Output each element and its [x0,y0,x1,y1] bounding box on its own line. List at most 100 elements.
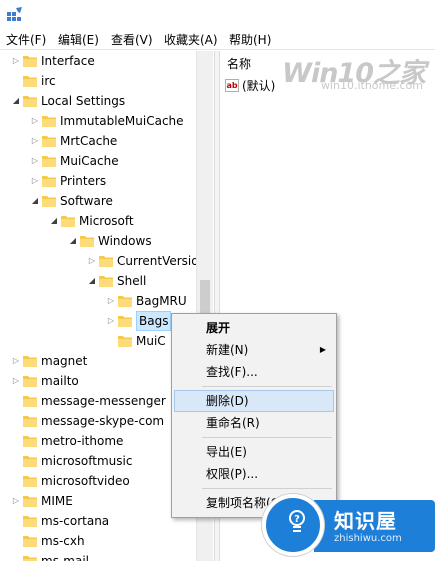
menu-bar: 文件(F) 编辑(E) 查看(V) 收藏夹(A) 帮助(H) [0,30,435,50]
tree-row[interactable]: message-messenger [0,391,196,411]
tree-row[interactable]: ▷ ImmutableMuiCache [0,111,196,131]
folder-icon [23,76,37,87]
expand-arrow-icon[interactable]: ▷ [31,177,39,185]
tree-label: ms-cortana [41,514,110,528]
menu-edit[interactable]: 编辑(E) [58,32,99,48]
badge-circle: ? [262,494,324,556]
tree-row[interactable]: ▷ mailto [0,371,196,391]
tree-row[interactable]: ▷ MIME [0,491,196,511]
expand-arrow-icon[interactable]: ▷ [31,117,39,125]
tree-row[interactable]: ◢ Shell [0,271,196,291]
collapse-arrow-icon[interactable]: ◢ [12,97,20,105]
tree-label: microsoftmusic [41,454,133,468]
tree-label: CurrentVersio [117,254,199,268]
tree-label: Printers [60,174,107,188]
expand-arrow-icon[interactable]: ▷ [12,57,20,65]
tree-row[interactable]: ▷ Bags [0,311,196,331]
context-menu-item[interactable]: 新建(N) ▶ [174,339,334,361]
collapse-arrow-icon[interactable]: ◢ [69,237,77,245]
tree-row[interactable]: ▷ Interface [0,51,196,71]
badge-url: zhishiwu.com [334,533,402,544]
tree-row[interactable]: ◢ Microsoft [0,211,196,231]
folder-icon [99,256,113,267]
menu-favorites[interactable]: 收藏夹(A) [164,32,218,48]
folder-icon [61,216,75,227]
column-header-name[interactable]: 名称 [227,55,251,72]
tree-label: Bags [136,311,172,331]
svg-text:?: ? [294,514,300,525]
tree-row[interactable]: ms-cortana [0,511,196,531]
menu-help[interactable]: 帮助(H) [229,32,271,48]
tree-row[interactable]: metro-ithome [0,431,196,451]
tree-row[interactable]: ▷ CurrentVersio [0,251,199,271]
tree-row[interactable]: microsoftmusic [0,451,196,471]
no-expander [12,537,20,545]
tree-row[interactable]: ▷ MrtCache [0,131,196,151]
expand-arrow-icon[interactable]: ▷ [12,377,20,385]
expand-arrow-icon[interactable]: ▷ [107,317,115,325]
lightbulb-icon: ? [289,510,305,532]
folder-icon [99,276,113,287]
menu-view[interactable]: 查看(V) [111,32,153,48]
tree-row[interactable]: ◢ Windows [0,231,196,251]
no-expander [107,337,115,345]
zhishiwu-badge: 知识屋 zhishiwu.com ? [258,490,435,561]
menu-separator [202,437,332,438]
badge-title: 知识屋 [334,509,397,533]
folder-icon [23,496,37,507]
no-expander [12,557,20,561]
expand-arrow-icon[interactable]: ▷ [107,297,115,305]
tree-label: BagMRU [136,294,187,308]
tree-label: Microsoft [79,214,134,228]
collapse-arrow-icon[interactable]: ◢ [88,277,96,285]
tree-label: Interface [41,54,95,68]
context-menu-item[interactable]: 权限(P)... [174,463,334,485]
no-expander [12,517,20,525]
folder-icon [23,416,37,427]
win10-watermark: Win10之家 win10.ithome.com [281,51,431,95]
collapse-arrow-icon[interactable]: ◢ [31,197,39,205]
context-menu-item[interactable]: 导出(E) [174,441,334,463]
tree-row[interactable]: ms-mail [0,551,196,561]
tree-label: magnet [41,354,88,368]
context-menu-item[interactable]: 展开 [174,317,334,339]
tree-label: MrtCache [60,134,118,148]
folder-icon [118,316,132,327]
no-expander [12,77,20,85]
folder-icon [42,136,56,147]
context-menu-item[interactable]: 查找(F)... [174,361,334,383]
watermark-url: win10.ithome.com [320,79,423,92]
tree-label: Shell [117,274,147,288]
title-bar [0,0,435,30]
expand-arrow-icon[interactable]: ▷ [12,497,20,505]
tree-row[interactable]: ▷ magnet [0,351,196,371]
badge-panel: 知识屋 zhishiwu.com [314,500,435,552]
tree-label: metro-ithome [41,434,124,448]
tree-row[interactable]: ◢ Software [0,191,196,211]
tree-row[interactable]: ◢ Local Settings [0,91,196,111]
expand-arrow-icon[interactable]: ▷ [88,257,96,265]
expand-arrow-icon[interactable]: ▷ [31,137,39,145]
tree-row[interactable]: ▷ MuiCache [0,151,196,171]
folder-icon [23,56,37,67]
context-menu-item[interactable]: 重命名(R) [174,412,334,434]
context-menu-item[interactable]: 删除(D) [174,390,334,412]
expand-arrow-icon[interactable]: ▷ [31,157,39,165]
tree-row[interactable]: ▷ Printers [0,171,196,191]
tree-row[interactable]: irc [0,71,196,91]
expand-arrow-icon[interactable]: ▷ [12,357,20,365]
folder-icon [23,96,37,107]
regedit-icon [7,7,22,21]
tree-row[interactable]: message-skype-com [0,411,196,431]
tree-label: ms-cxh [41,534,85,548]
menu-separator [202,488,332,489]
menu-file[interactable]: 文件(F) [6,32,46,48]
tree-row[interactable]: ▷ BagMRU [0,291,196,311]
tree-label: Local Settings [41,94,126,108]
collapse-arrow-icon[interactable]: ◢ [50,217,58,225]
tree-row[interactable]: ms-cxh [0,531,196,551]
no-expander [12,437,20,445]
tree-label: irc [41,74,56,88]
tree-row[interactable]: MuiC [0,331,196,351]
tree-row[interactable]: microsoftvideo [0,471,196,491]
